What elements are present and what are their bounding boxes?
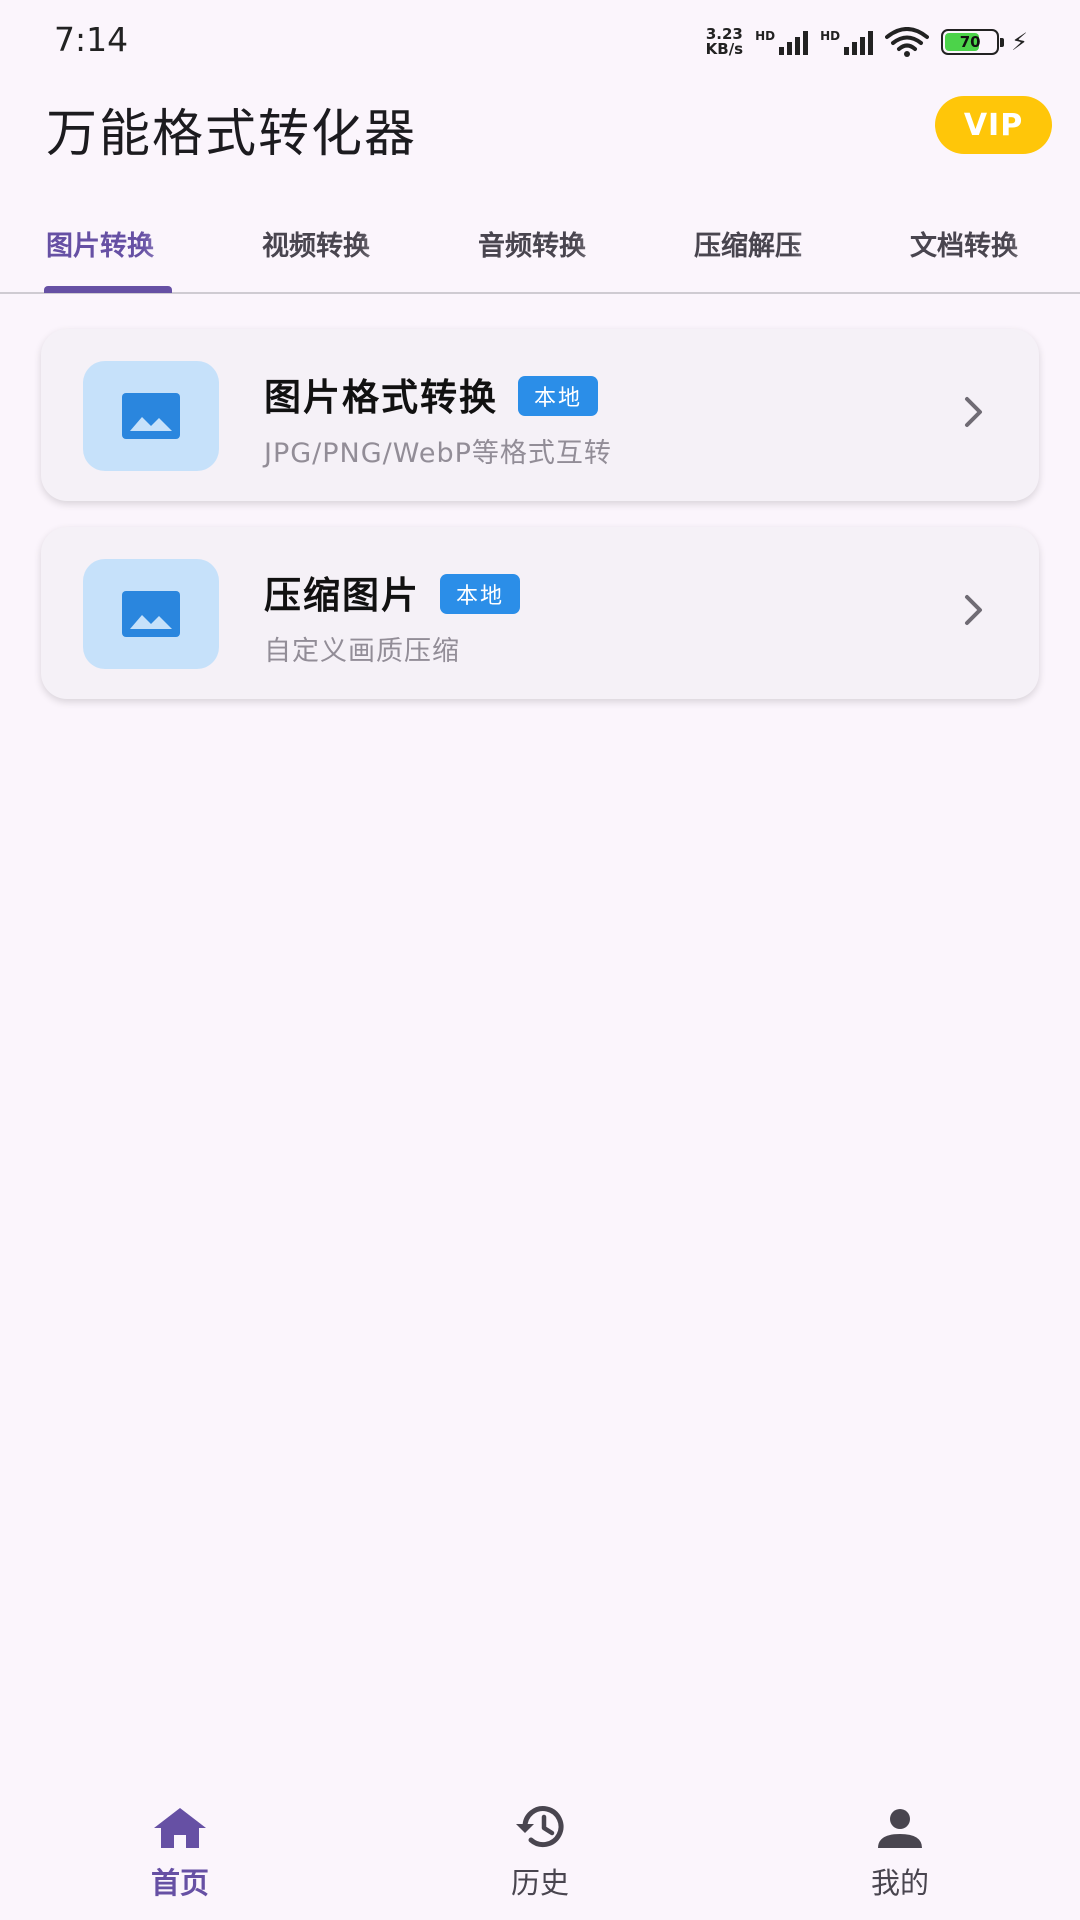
tab-indicator <box>44 286 172 293</box>
nav-history-label: 历史 <box>510 1866 569 1900</box>
nav-profile-label: 我的 <box>870 1866 929 1900</box>
bottom-navigation: 首页 历史 我的 <box>0 1790 1080 1920</box>
vip-button[interactable]: VIP <box>935 96 1052 154</box>
local-badge: 本地 <box>440 573 521 614</box>
card-subtitle: JPG/PNG/WebP等格式互转 <box>264 438 612 469</box>
local-badge: 本地 <box>518 375 599 416</box>
person-icon <box>800 1790 1000 1850</box>
card-image-format-convert[interactable]: 图片格式转换 本地 JPG/PNG/WebP等格式互转 <box>41 329 1039 501</box>
tab-image-convert[interactable]: 图片转换 <box>46 224 206 268</box>
battery-icon: 70 <box>941 29 1005 55</box>
status-bar: 7:14 3.23 KB/s HD HD 70 ⚡ <box>0 0 1080 80</box>
history-icon <box>440 1790 640 1850</box>
card-compress-image[interactable]: 压缩图片 本地 自定义画质压缩 <box>41 527 1039 699</box>
wifi-icon <box>885 27 930 57</box>
sim1-signal-icon: HD <box>755 29 809 55</box>
nav-profile[interactable]: 我的 <box>800 1790 1000 1902</box>
card-subtitle: 自定义画质压缩 <box>264 636 460 667</box>
sim2-signal-icon: HD <box>820 29 874 55</box>
home-icon <box>80 1790 280 1850</box>
nav-home-label: 首页 <box>150 1866 209 1900</box>
sim2-hd-label: HD <box>820 29 841 43</box>
chevron-right-icon <box>965 595 982 625</box>
battery-level: 70 <box>959 33 981 51</box>
card-title-text: 压缩图片 <box>264 574 420 617</box>
tab-audio-convert[interactable]: 音频转换 <box>478 224 638 268</box>
tab-video-convert[interactable]: 视频转换 <box>262 224 422 268</box>
category-tabs: 图片转换 视频转换 音频转换 压缩解压 文档转换 <box>0 210 1080 294</box>
tab-compress-extract[interactable]: 压缩解压 <box>694 224 854 268</box>
network-speed-unit: KB/s <box>705 40 744 58</box>
charging-icon: ⚡ <box>1011 28 1028 56</box>
status-icons: 3.23 KB/s HD HD 70 ⚡ <box>706 24 1028 60</box>
nav-history[interactable]: 历史 <box>440 1790 640 1902</box>
sim1-hd-label: HD <box>755 29 776 43</box>
nav-home[interactable]: 首页 <box>80 1790 280 1902</box>
card-title: 图片格式转换 本地 <box>264 367 599 421</box>
image-icon <box>83 361 219 471</box>
image-icon <box>83 559 219 669</box>
status-time: 7:14 <box>54 20 129 59</box>
network-speed: 3.23 KB/s <box>706 27 743 57</box>
card-title-text: 图片格式转换 <box>264 376 498 419</box>
app-title: 万能格式转化器 <box>46 105 418 164</box>
chevron-right-icon <box>965 397 982 427</box>
tab-document-convert[interactable]: 文档转换 <box>910 224 1070 268</box>
card-title: 压缩图片 本地 <box>264 565 521 619</box>
